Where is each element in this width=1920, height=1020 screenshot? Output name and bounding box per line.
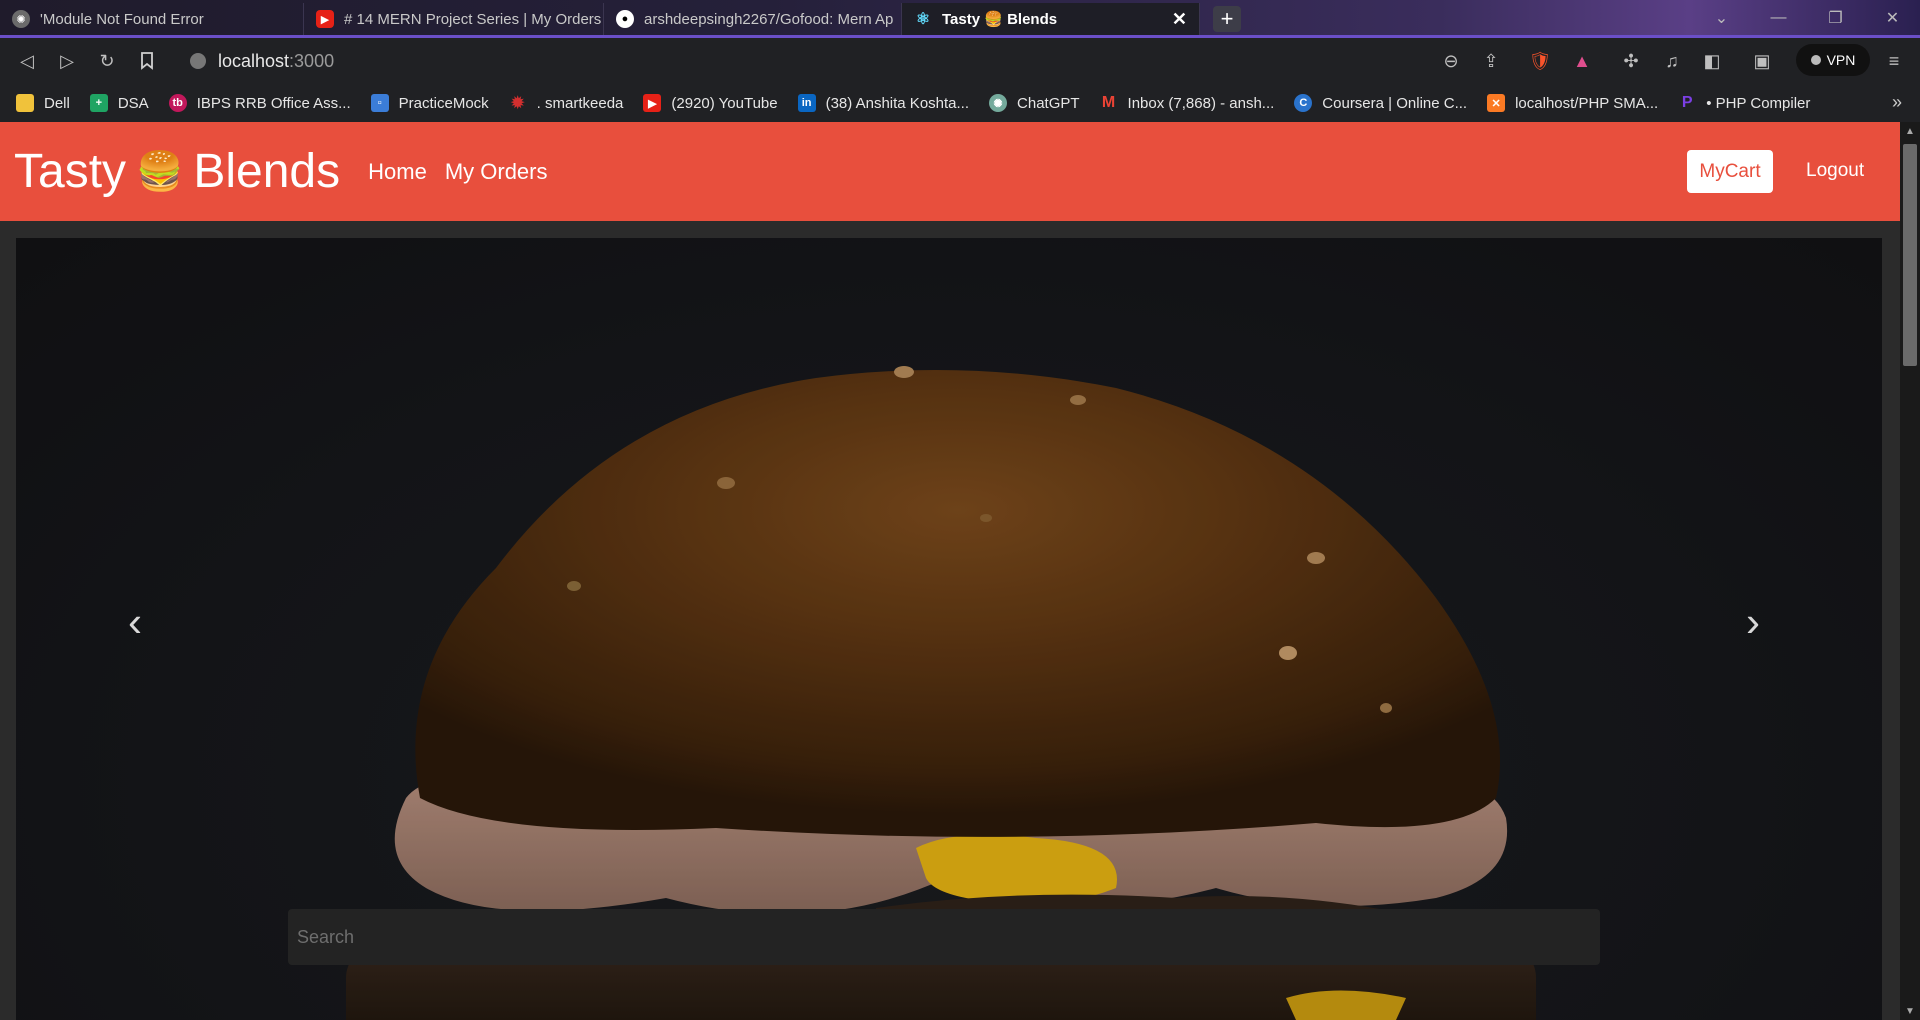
reload-icon[interactable]: ↻: [94, 48, 120, 74]
carousel-next-icon[interactable]: ›: [1746, 598, 1760, 646]
bookmark-label: • PHP Compiler: [1706, 94, 1811, 112]
bookmark-label: . smartkeeda: [536, 94, 624, 112]
practicemock-icon: ▫: [370, 94, 389, 112]
bookmark-label: PracticeMock: [398, 94, 489, 112]
more-bookmarks-icon[interactable]: »: [1892, 92, 1902, 113]
bookmark-item[interactable]: C Coursera | Online C...: [1294, 94, 1467, 112]
page-viewport: Tasty 🍔 Blends Home My Orders MyCart Log…: [0, 122, 1900, 1020]
linkedin-icon: in: [797, 94, 816, 112]
brave-rewards-icon[interactable]: ▲: [1568, 48, 1596, 74]
forward-icon[interactable]: ▷: [54, 48, 80, 74]
bookmark-item[interactable]: M Inbox (7,868) - ansh...: [1100, 94, 1275, 112]
tab-github-gofood[interactable]: ● arshdeepsingh2267/Gofood: Mern Ap: [604, 3, 902, 35]
url-port: :3000: [289, 50, 335, 71]
coursera-icon: C: [1294, 94, 1313, 112]
my-cart-button[interactable]: MyCart: [1687, 150, 1773, 193]
bookmark-label: ChatGPT: [1017, 94, 1080, 112]
bookmark-icon[interactable]: [134, 48, 160, 74]
scroll-up-icon[interactable]: ▲: [1900, 122, 1920, 140]
tab-title: # 14 MERN Project Series | My Orders: [344, 10, 602, 28]
bookmark-label: Dell: [44, 94, 70, 112]
bookmark-item[interactable]: ✺ ChatGPT: [989, 94, 1080, 112]
bookmark-item[interactable]: + DSA: [89, 94, 149, 112]
bookmark-label: localhost/PHP SMA...: [1515, 94, 1659, 112]
scrollbar-thumb[interactable]: [1903, 144, 1917, 366]
scroll-down-icon[interactable]: ▼: [1900, 1002, 1920, 1020]
extensions-icon[interactable]: ✣: [1617, 48, 1645, 74]
search-input[interactable]: [297, 909, 1600, 965]
back-icon[interactable]: ◁: [14, 48, 40, 74]
tab-title: Tasty 🍔 Blends: [942, 11, 1058, 28]
github-icon: ●: [616, 10, 634, 28]
browser-toolbar: ◁ ▷ ↻ localhost:3000 ⊖ ⇪ 🛡 ▲ ✣ ♫ ◧ ▣ VPN…: [0, 38, 1920, 84]
sheets-icon: +: [89, 94, 108, 112]
bookmark-label: Inbox (7,868) - ansh...: [1127, 94, 1275, 112]
chatgpt-icon: ✺: [12, 10, 30, 28]
brand-text-left: Tasty: [14, 145, 127, 198]
bookmark-label: DSA: [117, 94, 149, 112]
bookmark-label: (38) Anshita Koshta...: [825, 94, 970, 112]
menu-icon[interactable]: ≡: [1880, 48, 1908, 74]
smartkeeda-icon: ✹: [510, 95, 525, 112]
youtube-icon: ▶: [643, 94, 662, 112]
tab-search-chevron-icon[interactable]: ⌄: [1693, 0, 1750, 35]
site-info-icon[interactable]: [190, 53, 206, 69]
tab-title: arshdeepsingh2267/Gofood: Mern Ap: [644, 10, 894, 28]
tab-strip: ✺ 'Module Not Found Error ▶ # 14 MERN Pr…: [0, 0, 1920, 38]
gmail-icon: M: [1101, 94, 1116, 111]
bookmark-label: (2920) YouTube: [671, 94, 778, 112]
bookmark-item[interactable]: ✹ . smartkeeda: [509, 94, 624, 113]
bookmark-item[interactable]: tb IBPS RRB Office Ass...: [168, 94, 351, 112]
restore-icon[interactable]: ❐: [1807, 0, 1864, 35]
brand-logo[interactable]: Tasty 🍔 Blends: [14, 144, 340, 199]
bookmark-item[interactable]: in (38) Anshita Koshta...: [797, 94, 970, 112]
chatgpt-icon: ✺: [989, 94, 1008, 112]
close-window-icon[interactable]: ✕: [1864, 0, 1920, 35]
search-box: [288, 909, 1600, 965]
testbook-icon: tb: [168, 94, 187, 112]
tab-mern-project[interactable]: ▶ # 14 MERN Project Series | My Orders: [304, 3, 604, 35]
vpn-button[interactable]: VPN: [1796, 44, 1870, 76]
carousel-prev-icon[interactable]: ‹: [128, 598, 142, 646]
bookmark-label: Coursera | Online C...: [1322, 94, 1468, 112]
nav-my-orders-link[interactable]: My Orders: [445, 159, 548, 185]
bookmark-item[interactable]: Dell: [16, 94, 70, 112]
page-scrollbar[interactable]: ▲ ▼: [1900, 122, 1920, 1020]
tab-module-not-found[interactable]: ✺ 'Module Not Found Error: [0, 3, 304, 35]
logout-button[interactable]: Logout: [1806, 160, 1864, 182]
tab-tasty-blends[interactable]: ⚛ Tasty 🍔 Blends ✕: [902, 3, 1200, 35]
xampp-icon: ✕: [1487, 94, 1506, 112]
zoom-icon[interactable]: ⊖: [1437, 48, 1465, 74]
folder-icon: [16, 94, 34, 112]
hero-carousel: ‹ ›: [16, 238, 1882, 1020]
bookmark-item[interactable]: ▶ (2920) YouTube: [643, 94, 778, 112]
site-navbar: Tasty 🍔 Blends Home My Orders MyCart Log…: [0, 122, 1900, 221]
programiz-icon: P: [1681, 94, 1693, 111]
sidebar-icon[interactable]: ◧: [1698, 48, 1726, 74]
media-icon[interactable]: ♫: [1658, 48, 1686, 74]
wallet-icon[interactable]: ▣: [1748, 48, 1776, 74]
brand-text-right: Blends: [193, 145, 341, 198]
nav-home-link[interactable]: Home: [368, 159, 427, 185]
react-icon: ⚛: [915, 11, 931, 28]
burger-icon: 🍔: [136, 150, 184, 193]
share-icon[interactable]: ⇪: [1477, 48, 1505, 74]
bookmarks-bar: Dell + DSA tb IBPS RRB Office Ass... ▫ Prac…: [0, 84, 1920, 122]
bookmark-item[interactable]: ▫ PracticeMock: [370, 94, 489, 112]
close-icon[interactable]: ✕: [1164, 9, 1187, 30]
minimize-icon[interactable]: —: [1750, 0, 1807, 35]
carousel-overlay: [16, 238, 1882, 1020]
bookmark-item[interactable]: ✕ localhost/PHP SMA...: [1487, 94, 1658, 112]
tab-title: 'Module Not Found Error: [40, 10, 204, 28]
brave-shields-icon[interactable]: 🛡: [1526, 48, 1554, 74]
bookmark-item[interactable]: P • PHP Compiler: [1678, 94, 1811, 112]
youtube-icon: ▶: [316, 10, 334, 28]
bookmark-label: IBPS RRB Office Ass...: [196, 94, 351, 112]
address-bar[interactable]: localhost:3000: [176, 45, 1506, 77]
url-host: localhost: [218, 50, 290, 71]
new-tab-button[interactable]: +: [1213, 6, 1241, 32]
